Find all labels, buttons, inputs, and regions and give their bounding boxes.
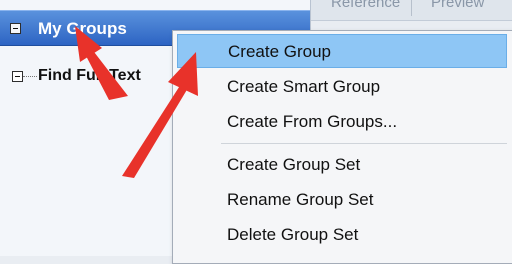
- menu-item-create-from-groups[interactable]: Create From Groups...: [177, 105, 507, 139]
- menu-item-label: Delete Group Set: [227, 225, 359, 244]
- menu-item-create-group-set[interactable]: Create Group Set: [177, 148, 507, 182]
- menu-item-label: Create Smart Group: [227, 77, 381, 96]
- menu-item-label: Create From Groups...: [227, 112, 398, 131]
- tab-reference[interactable]: Reference: [331, 0, 400, 18]
- menu-item-label: Create Group: [228, 42, 331, 61]
- menu-item-create-group[interactable]: Create Group: [177, 34, 507, 68]
- menu-item-delete-group-set[interactable]: Delete Group Set: [177, 218, 507, 252]
- menu-item-label: Create Group Set: [227, 155, 361, 174]
- collapse-icon[interactable]: [12, 71, 23, 82]
- menu-item-label: Rename Group Set: [227, 190, 374, 209]
- tab-preview[interactable]: Preview: [431, 0, 484, 18]
- menu-item-rename-group-set[interactable]: Rename Group Set: [177, 183, 507, 217]
- menu-item-create-smart-group[interactable]: Create Smart Group: [177, 70, 507, 104]
- menu-separator: [221, 143, 507, 144]
- tab-divider: [411, 0, 412, 16]
- collapse-icon[interactable]: [10, 23, 21, 34]
- tree-item-label: Find Full Text: [38, 67, 141, 84]
- tree-connector: [23, 76, 37, 77]
- tab-bar: Reference Preview: [311, 0, 512, 21]
- my-groups-label: My Groups: [38, 19, 127, 38]
- context-menu: Create Group Create Smart Group Create F…: [172, 30, 512, 264]
